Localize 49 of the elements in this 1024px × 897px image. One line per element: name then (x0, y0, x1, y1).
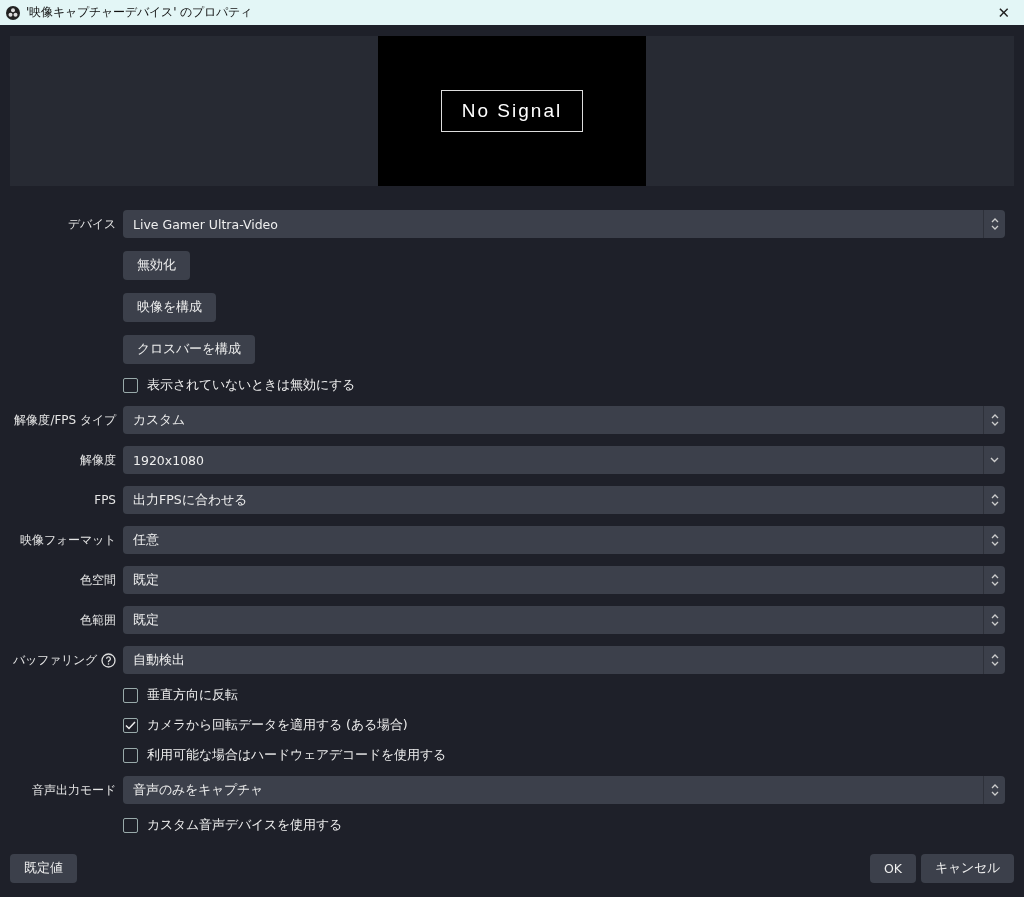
up-down-arrow-icon (990, 534, 999, 546)
field-label: 色範囲 (80, 611, 116, 629)
checkbox[interactable] (123, 717, 138, 733)
dropdown-select[interactable]: 既定 (123, 606, 1005, 634)
dropdown-select[interactable]: Live Gamer Ultra-Video (123, 210, 1005, 238)
close-button[interactable]: ✕ (989, 3, 1018, 22)
help-icon[interactable] (101, 652, 116, 668)
checkbox-label: 垂直方向に反転 (147, 686, 238, 704)
up-down-arrow-icon (990, 614, 999, 626)
chevron-down-icon (990, 457, 999, 463)
field-label: FPS (94, 493, 116, 507)
checkbox[interactable] (123, 747, 138, 763)
defaults-button[interactable]: 既定値 (10, 854, 77, 883)
dropdown-select[interactable]: 自動検出 (123, 646, 1005, 674)
checkbox-label: カスタム音声デバイスを使用する (147, 816, 342, 834)
ok-button[interactable]: OK (869, 854, 916, 883)
field-label: 色空間 (80, 571, 116, 589)
dropdown-select[interactable]: 出力FPSに合わせる (123, 486, 1005, 514)
up-down-arrow-icon (990, 784, 999, 796)
checkbox[interactable] (123, 377, 138, 393)
field-label: デバイス (68, 215, 116, 233)
checkbox-label: カメラから回転データを適用する (ある場合) (147, 716, 408, 734)
checkbox[interactable] (123, 817, 138, 833)
action-button[interactable]: 無効化 (123, 250, 190, 280)
dropdown-select[interactable]: 既定 (123, 566, 1005, 594)
dropdown-select[interactable]: 任意 (123, 526, 1005, 554)
action-button[interactable]: 映像を構成 (123, 292, 216, 322)
action-button[interactable]: クロスバーを構成 (123, 334, 255, 364)
cancel-button[interactable]: キャンセル (921, 854, 1014, 883)
field-label: 解像度 (80, 451, 116, 469)
up-down-arrow-icon (990, 414, 999, 426)
check-icon (125, 720, 136, 730)
up-down-arrow-icon (990, 218, 999, 230)
up-down-arrow-icon (990, 574, 999, 586)
up-down-arrow-icon (990, 654, 999, 666)
dropdown-select[interactable]: 1920x1080 (123, 446, 1005, 474)
dropdown-select[interactable]: カスタム (123, 406, 1005, 434)
window-title: '映像キャプチャーデバイス' のプロパティ (26, 4, 254, 21)
field-label: 映像フォーマット (20, 531, 116, 549)
field-label: 音声出力モード (32, 781, 116, 799)
dropdown-select[interactable]: 音声のみをキャプチャ (123, 776, 1005, 804)
checkbox-label: 利用可能な場合はハードウェアデコードを使用する (147, 746, 446, 764)
checkbox-label: 表示されていないときは無効にする (147, 376, 355, 394)
field-label: 解像度/FPS タイプ (14, 411, 116, 429)
field-label: バッファリング (13, 651, 97, 669)
checkbox[interactable] (123, 687, 138, 703)
no-signal-message: No Signal (440, 90, 584, 132)
app-logo-icon (6, 5, 20, 20)
up-down-arrow-icon (990, 494, 999, 506)
